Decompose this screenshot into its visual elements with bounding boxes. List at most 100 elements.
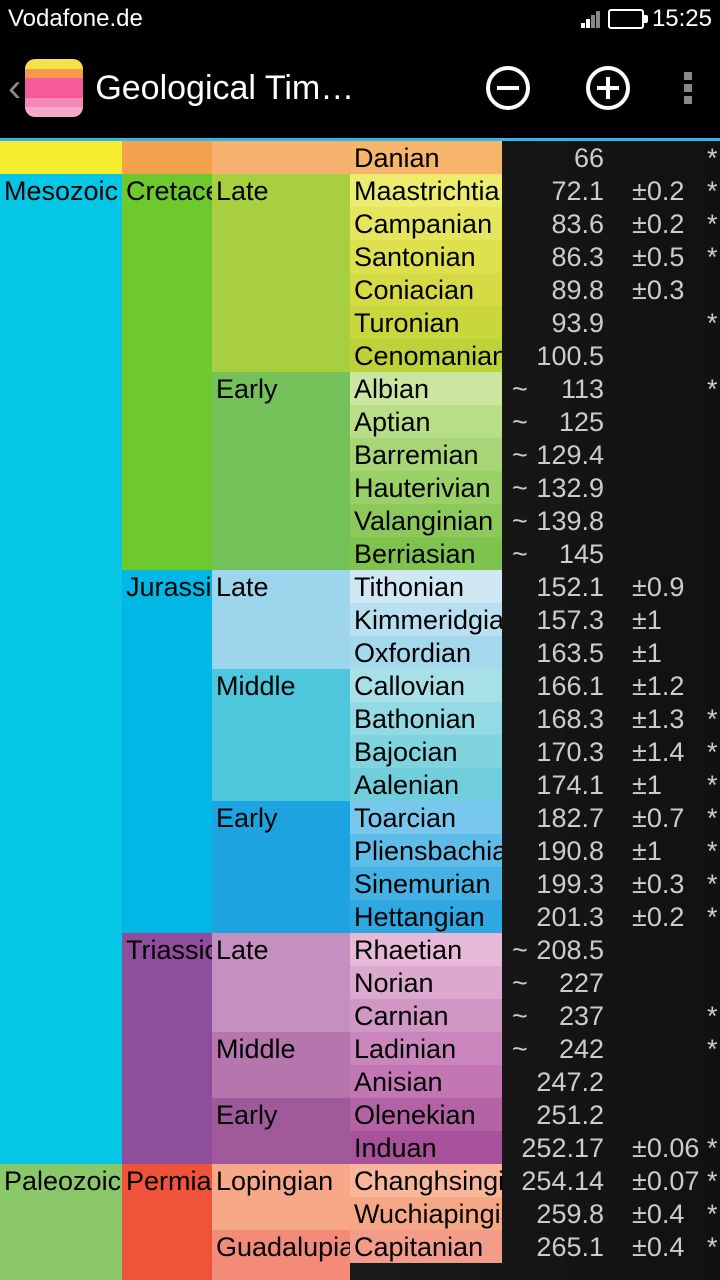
gssp-star: *: [703, 141, 720, 174]
stage-cell[interactable]: Turonian: [350, 306, 502, 339]
age-cell: 132.9: [502, 471, 614, 504]
age-cell: 145: [502, 537, 614, 570]
age-cell: 237: [502, 999, 614, 1032]
epoch-cell[interactable]: Middle: [212, 669, 350, 801]
stage-cell[interactable]: Callovian: [350, 669, 502, 702]
period-cell: [122, 141, 212, 174]
epoch-cell[interactable]: Late: [212, 933, 350, 1032]
back-icon[interactable]: ‹: [8, 66, 25, 111]
stage-cell[interactable]: Pliensbachia: [350, 834, 502, 867]
epoch-cell[interactable]: Lopingian: [212, 1164, 350, 1230]
gssp-star: *: [703, 207, 720, 240]
era-cell[interactable]: Mesozoic: [0, 174, 122, 1164]
stage-cell[interactable]: Oxfordian: [350, 636, 502, 669]
stage-cell[interactable]: Rhaetian: [350, 933, 502, 966]
age-cell: 208.5: [502, 933, 614, 966]
epoch-cell[interactable]: Early: [212, 1098, 350, 1164]
stage-cell[interactable]: Kimmeridgia: [350, 603, 502, 636]
error-cell: ±1.3: [628, 702, 703, 735]
gssp-star: *: [703, 1131, 720, 1164]
error-cell: ±0.3: [628, 867, 703, 900]
zoom-out-button[interactable]: [480, 60, 536, 116]
time-scale-table[interactable]: MesozoicPaleozoic CretaceJurassicTriassic…: [0, 141, 720, 1280]
gssp-star: *: [703, 1032, 720, 1065]
stage-cell[interactable]: Norian: [350, 966, 502, 999]
age-cell: 100.5: [502, 339, 614, 372]
epoch-cell[interactable]: Early: [212, 801, 350, 933]
age-cell: 86.3: [502, 240, 614, 273]
epoch-cell[interactable]: Early: [212, 372, 350, 570]
gssp-star: *: [703, 1230, 720, 1263]
gssp-star: *: [703, 702, 720, 735]
zoom-in-button[interactable]: [580, 60, 636, 116]
epoch-cell[interactable]: Middle: [212, 1032, 350, 1098]
age-cell: 251.2: [502, 1098, 614, 1131]
gssp-star: *: [703, 735, 720, 768]
stage-cell[interactable]: Berriasian: [350, 537, 502, 570]
gssp-star: *: [703, 834, 720, 867]
stage-cell[interactable]: Tithonian: [350, 570, 502, 603]
app-icon[interactable]: [25, 59, 83, 117]
stage-cell[interactable]: Wuchiapingia: [350, 1197, 502, 1230]
stage-cell[interactable]: Valanginian: [350, 504, 502, 537]
gssp-star: *: [703, 999, 720, 1032]
stage-cell[interactable]: Changhsingi: [350, 1164, 502, 1197]
stage-cell[interactable]: Coniacian: [350, 273, 502, 306]
age-cell: 199.3: [502, 867, 614, 900]
stage-cell[interactable]: Santonian: [350, 240, 502, 273]
age-cell: 259.8: [502, 1197, 614, 1230]
age-cell: 83.6: [502, 207, 614, 240]
epoch-cell: [212, 141, 350, 174]
gssp-star: *: [703, 1197, 720, 1230]
stage-cell[interactable]: Danian: [350, 141, 502, 174]
stage-cell[interactable]: Bathonian: [350, 702, 502, 735]
carrier-label: Vodafone.de: [8, 5, 581, 33]
age-cell: 93.9: [502, 306, 614, 339]
stage-cell[interactable]: Aalenian: [350, 768, 502, 801]
age-cell: 157.3: [502, 603, 614, 636]
age-cell: 190.8: [502, 834, 614, 867]
stage-cell[interactable]: Olenekian: [350, 1098, 502, 1131]
gssp-star: *: [703, 240, 720, 273]
era-cell[interactable]: Paleozoic: [0, 1164, 122, 1280]
age-cell: 129.4: [502, 438, 614, 471]
age-cell: 168.3: [502, 702, 614, 735]
stage-cell[interactable]: Aptian: [350, 405, 502, 438]
stage-cell[interactable]: Hauterivian: [350, 471, 502, 504]
stage-cell[interactable]: Albian: [350, 372, 502, 405]
stage-cell[interactable]: Capitanian: [350, 1230, 502, 1263]
stage-cell[interactable]: Bajocian: [350, 735, 502, 768]
error-cell: ±1: [628, 636, 703, 669]
stage-cell[interactable]: Barremian: [350, 438, 502, 471]
epoch-cell[interactable]: Late: [212, 174, 350, 372]
stage-cell[interactable]: Carnian: [350, 999, 502, 1032]
stage-cell[interactable]: Toarcian: [350, 801, 502, 834]
gssp-star: *: [703, 174, 720, 207]
age-cell: 227: [502, 966, 614, 999]
stage-cell[interactable]: Maastrichtia: [350, 174, 502, 207]
stage-cell[interactable]: Anisian: [350, 1065, 502, 1098]
epoch-cell[interactable]: Late: [212, 570, 350, 669]
stage-cell[interactable]: Induan: [350, 1131, 502, 1164]
period-cell[interactable]: Triassic: [122, 933, 212, 1164]
period-cell[interactable]: Jurassic: [122, 570, 212, 933]
age-cell: 170.3: [502, 735, 614, 768]
error-cell: ±1: [628, 603, 703, 636]
epoch-cell[interactable]: Guadalupia: [212, 1230, 350, 1280]
stage-cell[interactable]: Cenomanian: [350, 339, 502, 372]
error-cell: ±0.07: [628, 1164, 703, 1197]
age-cell: 89.8: [502, 273, 614, 306]
age-cell: 139.8: [502, 504, 614, 537]
age-cell: 113: [502, 372, 614, 405]
overflow-menu-button[interactable]: [658, 72, 712, 104]
stage-cell[interactable]: Ladinian: [350, 1032, 502, 1065]
period-cell[interactable]: Cretace: [122, 174, 212, 570]
error-cell: ±1: [628, 768, 703, 801]
gssp-star: *: [703, 801, 720, 834]
stage-cell[interactable]: Sinemurian: [350, 867, 502, 900]
age-cell: 72.1: [502, 174, 614, 207]
period-cell[interactable]: Permian: [122, 1164, 212, 1280]
minus-icon: [486, 66, 530, 110]
stage-cell[interactable]: Campanian: [350, 207, 502, 240]
stage-cell[interactable]: Hettangian: [350, 900, 502, 933]
